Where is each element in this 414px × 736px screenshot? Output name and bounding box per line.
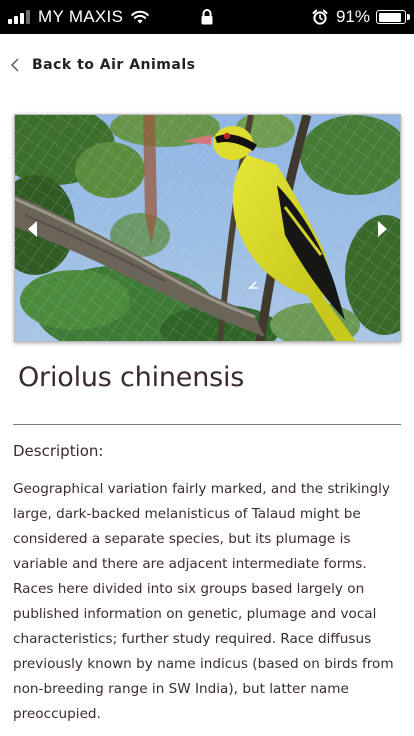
battery-icon xyxy=(376,10,410,24)
status-bar-right: 91% xyxy=(312,0,410,34)
battery-percentage: 91% xyxy=(335,7,370,26)
caret-left-icon[interactable] xyxy=(25,219,39,239)
back-button-label: Back to Air Animals xyxy=(32,57,196,73)
lock-icon xyxy=(201,9,213,25)
oriole-photo xyxy=(15,115,400,341)
battery-fill xyxy=(378,12,402,22)
chevron-left-icon xyxy=(11,58,19,72)
status-bar-left: MY MAXIS xyxy=(8,0,150,34)
description-label: Description: xyxy=(13,442,104,460)
alarm-icon xyxy=(312,9,328,25)
description-text: Geographical variation fairly marked, an… xyxy=(13,481,394,722)
wifi-icon xyxy=(131,10,150,24)
image-carousel[interactable] xyxy=(14,114,401,342)
title-divider xyxy=(13,424,401,425)
back-button[interactable]: Back to Air Animals xyxy=(10,50,195,80)
battery-nub xyxy=(407,14,410,20)
caret-right-icon[interactable] xyxy=(376,219,390,239)
signal-icon xyxy=(8,10,32,24)
status-bar: MY MAXIS 91% xyxy=(0,0,414,34)
image-indicator xyxy=(248,281,258,289)
carrier-name: MY MAXIS xyxy=(38,7,124,26)
species-title: Oriolus chinensis xyxy=(18,362,245,393)
